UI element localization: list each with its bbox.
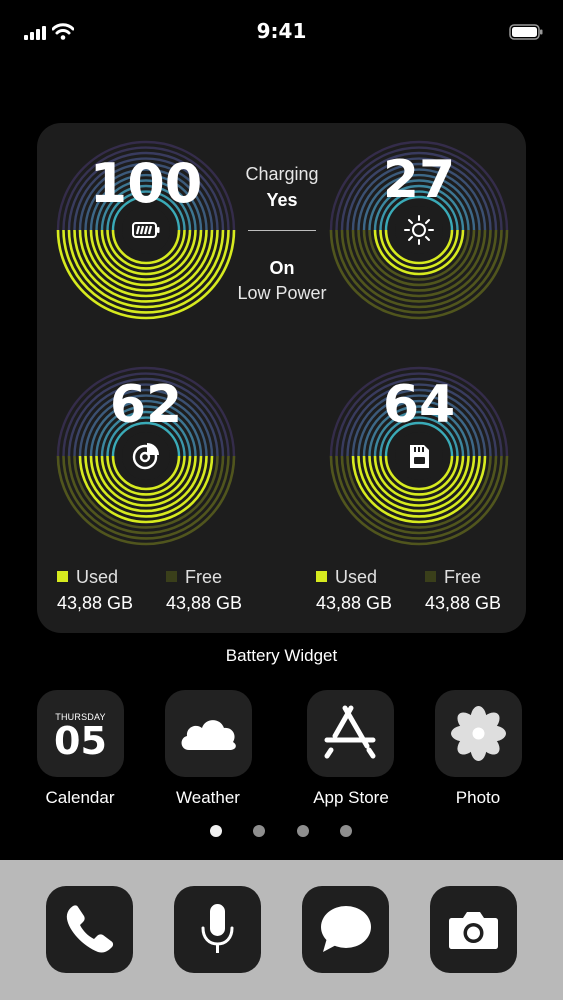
free-value: 43,88 GB (425, 593, 502, 613)
app-store-app-tile[interactable] (307, 690, 394, 777)
battery-icon (132, 222, 160, 238)
used-swatch (57, 571, 68, 582)
sd-card-legend: Used 43,88 GB Free 43,88 GB (316, 567, 516, 617)
page-dot[interactable] (253, 825, 265, 837)
flower-icon (451, 706, 506, 761)
page-dot[interactable] (210, 825, 222, 837)
used-swatch (316, 571, 327, 582)
calendar-date: 05 (54, 719, 107, 763)
sd-card-gauge: 64 (329, 366, 509, 546)
app-store-icon (324, 705, 376, 759)
photo-app-tile[interactable] (435, 690, 522, 777)
storage-value: 62 (109, 375, 183, 435)
dock (0, 860, 563, 1000)
brightness-gauge: 27 (329, 140, 509, 320)
calendar-icon[interactable]: THURSDAY 05 (37, 690, 124, 777)
sun-icon (404, 215, 434, 245)
app-label: Calendar (45, 788, 115, 807)
camera-icon (449, 912, 498, 949)
used-value: 43,88 GB (57, 593, 134, 613)
free-label: Free (444, 567, 482, 587)
dock-messages-button[interactable] (302, 886, 389, 973)
app-label: Weather (176, 788, 240, 807)
low-power-label: Low Power (237, 283, 327, 303)
battery-widget[interactable]: 100 27 Charging Yes On Low Power 62 64 U… (37, 123, 526, 633)
free-label: Free (185, 567, 223, 587)
info-divider (248, 230, 316, 231)
power-state-value: On (269, 258, 295, 278)
storage-gauge: 62 (56, 366, 236, 546)
app-label: App Store (313, 788, 389, 807)
free-swatch (425, 571, 436, 582)
battery-status-icon (509, 24, 543, 40)
dock-phone-button[interactable] (46, 886, 133, 973)
app-label: Photo (455, 788, 501, 807)
battery-level-value: 100 (89, 152, 203, 215)
free-value: 43,88 GB (166, 593, 243, 613)
dock-camera-button[interactable] (430, 886, 517, 973)
cloud-icon (181, 720, 236, 750)
free-swatch (166, 571, 177, 582)
weather-app-tile[interactable] (165, 690, 252, 777)
dock-microphone-button[interactable] (174, 886, 261, 973)
widget-caption: Battery Widget (225, 646, 338, 665)
used-label: Used (76, 567, 119, 587)
page-dot[interactable] (297, 825, 309, 837)
page-indicator[interactable] (0, 825, 563, 837)
status-bar: 9:41 (0, 0, 563, 60)
sd-card-value: 64 (382, 375, 456, 435)
used-label: Used (335, 567, 378, 587)
pie-chart-icon (132, 443, 159, 470)
brightness-value: 27 (382, 150, 456, 210)
microphone-icon (201, 904, 234, 953)
sd-card-icon (410, 445, 429, 468)
storage-legend: Used 43,88 GB Free 43,88 GB (57, 567, 257, 617)
charging-label: Charging (245, 164, 319, 184)
phone-icon (66, 905, 114, 953)
charging-value: Yes (266, 190, 298, 210)
message-icon (321, 906, 371, 952)
page-dot[interactable] (340, 825, 352, 837)
used-value: 43,88 GB (316, 593, 393, 613)
status-time: 9:41 (256, 19, 307, 43)
battery-gauge: 100 (56, 140, 236, 320)
